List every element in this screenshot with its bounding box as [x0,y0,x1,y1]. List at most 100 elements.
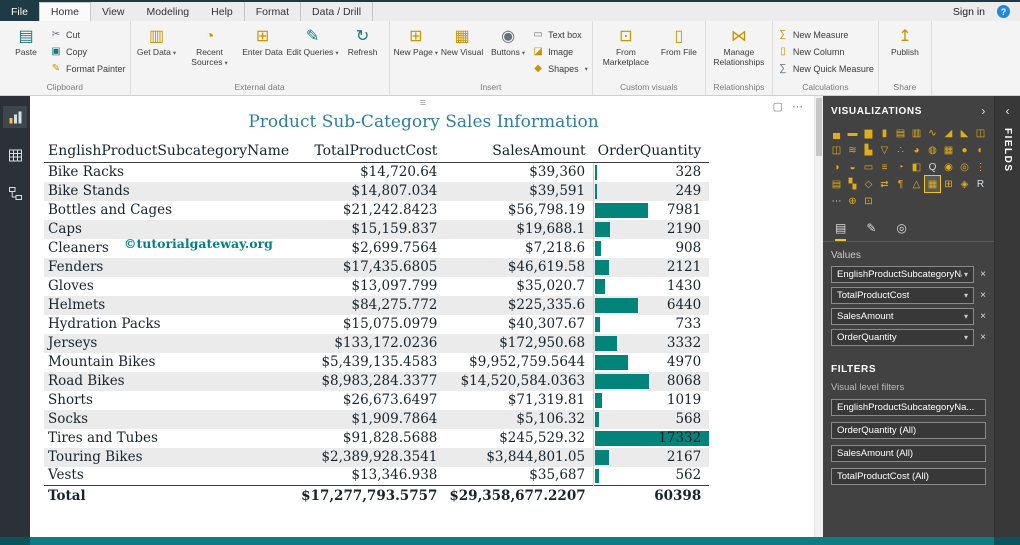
tab-format[interactable]: Format [243,2,300,21]
smart-narrative-icon[interactable]: ¶ [893,176,908,192]
line-and-clustered-column-chart-icon[interactable]: ◫ [829,142,844,158]
report-view-icon[interactable] [3,106,27,128]
arcgis-map-icon[interactable]: ◉ [941,159,956,175]
matrix-icon[interactable]: ⊞ [941,176,956,192]
format-pane-tab[interactable]: ✎ [866,221,876,241]
paginated-report-icon[interactable]: ▤ [829,176,844,192]
funnel-chart-icon[interactable]: ▽ [877,142,892,158]
filled-map-icon[interactable]: ◐ [973,142,988,158]
table-icon[interactable]: ▦ [924,175,941,193]
analytics-pane-tab[interactable]: ◎ [896,221,906,241]
tab-modeling[interactable]: Modeling [136,2,201,21]
sign-in-button[interactable]: Sign in [953,6,985,18]
field-pill-salesamount[interactable]: SalesAmount ▾ [831,308,974,325]
get-data-button[interactable]: ▥ Get Data ▾ [135,23,179,58]
model-view-icon[interactable] [3,182,27,204]
stacked-bar-chart-icon[interactable]: ▄ [829,125,844,141]
card-icon[interactable]: ▭ [861,159,876,175]
image-button[interactable]: ◪ Image [532,44,588,59]
filter-pill-englishproductsubcategoryna[interactable]: EnglishProductSubcategoryNa... [831,399,986,416]
field-pill-orderquantity[interactable]: OrderQuantity ▾ [831,329,974,346]
tab-help[interactable]: Help [200,2,244,21]
q-and-a-visual-icon[interactable]: Q [925,159,940,175]
edit-queries-button[interactable]: ✎ Edit Queries ▾ [287,23,339,58]
fields-pane-tab[interactable]: ▤ [835,221,847,241]
paste-button[interactable]: ▤ Paste [4,23,48,58]
field-pill-totalproductcost[interactable]: TotalProductCost ▾ [831,287,974,304]
visual-drag-grip[interactable]: ≡ [420,97,427,109]
marketplace-visual-icon[interactable]: ⊡ [861,193,876,209]
more-visuals-icon[interactable]: ⋯ [829,193,844,209]
focus-mode-icon[interactable]: ▢ [773,100,783,113]
decomposition-tree-icon[interactable]: ⋮ [973,159,988,175]
from-file-button[interactable]: ▯ From File [657,23,701,58]
stacked-area-chart-icon[interactable]: ◣ [957,125,972,141]
filter-pill-salesamount-all[interactable]: SalesAmount (All) [831,445,986,462]
100-stacked-bar-chart-icon[interactable]: ▤ [893,125,908,141]
column-header-englishproductsubcategoryname[interactable]: EnglishProductSubcategoryName [44,140,298,163]
copy-button[interactable]: ▣ Copy [50,44,126,59]
more-options-icon[interactable]: ⋯ [792,100,803,113]
expand-fields-icon[interactable]: ‹ [1006,104,1010,118]
data-view-icon[interactable] [3,144,27,166]
clustered-column-chart-icon[interactable]: ▮ [877,125,892,141]
publish-button[interactable]: ↥ Publish [883,23,927,58]
tab-home[interactable]: Home [38,2,91,21]
remove-field-icon[interactable]: × [978,269,988,280]
remove-field-icon[interactable]: × [978,311,988,322]
fields-pane-collapsed[interactable]: ‹ FIELDS [994,96,1020,537]
tab-view[interactable]: View [91,2,136,21]
metrics-icon[interactable]: △ [909,176,924,192]
map-icon[interactable]: ● [957,142,972,158]
from-marketplace-button[interactable]: ⊡ From Marketplace [597,23,655,68]
format-painter-button[interactable]: ✎ Format Painter [50,61,126,76]
key-influencers-icon[interactable]: ◎ [957,159,972,175]
recent-sources-button[interactable]: ◔ Recent Sources ▾ [181,23,239,68]
column-header-orderquantity[interactable]: OrderQuantity [593,140,710,163]
new-column-button[interactable]: ▯ New Column [777,44,874,59]
gauge-icon[interactable]: ◒ [845,159,860,175]
scrollbar-thumb[interactable] [816,98,822,156]
canvas-scrollbar[interactable] [814,96,823,537]
table-visual[interactable]: ≡ ▢ ⋯ Product Sub-Category Sales Informa… [40,97,807,529]
import-visual-icon[interactable]: ⊕ [845,193,860,209]
buttons-button[interactable]: ◉ Buttons ▾ [486,23,530,58]
field-pill-englishproductsubcategoryna[interactable]: EnglishProductSubcategoryNa ▾ [831,266,974,283]
help-icon[interactable]: ? [997,5,1010,18]
new-measure-button[interactable]: ∑ New Measure [777,27,874,42]
waterfall-chart-icon[interactable]: ▙ [861,142,876,158]
python-visual-icon[interactable]: ▚ [845,176,860,192]
pie-chart-icon[interactable]: ◕ [909,142,924,158]
manage-relationships-button[interactable]: ⋈ Manage Relationships [710,23,768,68]
collapse-pane-icon[interactable]: › [981,104,986,118]
slicer-icon[interactable]: ◧ [909,159,924,175]
enter-data-button[interactable]: ⊞ Enter Data [241,23,285,58]
new-visual-button[interactable]: ▦ New Visual [440,23,484,58]
filter-pill-orderquantity-all[interactable]: OrderQuantity (All) [831,422,986,439]
power-apps-icon[interactable]: ◇ [861,176,876,192]
cut-button[interactable]: ✂ Cut [50,27,126,42]
tab-data-drill[interactable]: Data / Drill [300,2,374,21]
clustered-bar-chart-icon[interactable]: ▬ [845,125,860,141]
multi-row-card-icon[interactable]: ≡ [877,159,892,175]
shapes-button[interactable]: ◆ Shapes ▾ [532,61,588,76]
refresh-button[interactable]: ↻ Refresh [341,23,385,58]
stacked-column-chart-icon[interactable]: ▆ [861,125,876,141]
ribbon-chart-icon[interactable]: ≋ [845,142,860,158]
remove-field-icon[interactable]: × [978,332,988,343]
filter-pill-totalproductcost-all[interactable]: TotalProductCost (All) [831,468,986,485]
new-quick-measure-button[interactable]: ∑ New Quick Measure [777,61,874,76]
scatter-chart-icon[interactable]: ∴ [893,142,908,158]
column-header-totalproductcost[interactable]: TotalProductCost [297,140,446,163]
area-chart-icon[interactable]: ◢ [941,125,956,141]
donut-chart-icon[interactable]: ◍ [925,142,940,158]
100-stacked-column-chart-icon[interactable]: ▥ [909,125,924,141]
r-script-visual-icon[interactable]: R [973,176,988,192]
new-page-button[interactable]: ⊞ New Page ▾ [394,23,438,58]
kpi-icon[interactable]: ◔ [893,159,908,175]
treemap-icon[interactable]: ▦ [941,142,956,158]
line-chart-icon[interactable]: ∿ [925,125,940,141]
column-header-salesamount[interactable]: SalesAmount [445,140,594,163]
text-box-button[interactable]: ▭ Text box [532,27,588,42]
report-canvas[interactable]: ≡ ▢ ⋯ Product Sub-Category Sales Informa… [30,96,823,537]
